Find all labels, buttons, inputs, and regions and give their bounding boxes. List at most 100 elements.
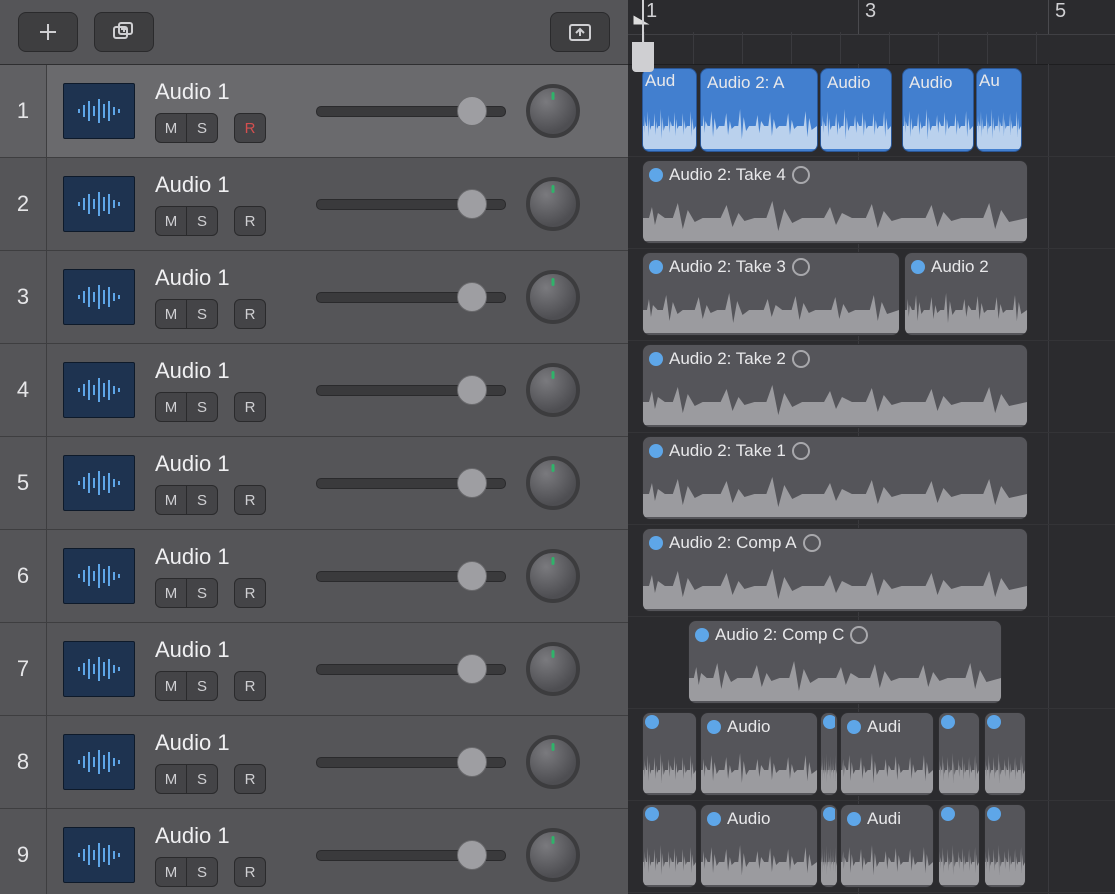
solo-button[interactable]: S (186, 857, 218, 887)
comp-menu-icon[interactable] (792, 166, 810, 184)
audio-region[interactable] (642, 804, 697, 888)
audio-region[interactable]: Au (976, 68, 1022, 152)
track-row[interactable]: 2Audio 1MSR (0, 158, 628, 251)
toggle-library-button[interactable] (550, 12, 610, 52)
audio-region[interactable] (820, 804, 838, 888)
solo-button[interactable]: S (186, 392, 218, 422)
record-arm-button[interactable]: R (234, 578, 266, 608)
audio-region[interactable]: Audio 2: Take 1 (642, 436, 1028, 520)
regions-area[interactable]: AudAudio 2: AAudioAudioAuAudio 2: Take 4… (628, 64, 1115, 894)
timeline-ruler[interactable]: 1 3 5 (628, 0, 1115, 65)
track-number[interactable]: 2 (0, 158, 47, 250)
playhead[interactable] (642, 0, 644, 64)
track-lane[interactable]: AudioAudi (628, 800, 1115, 893)
solo-button[interactable]: S (186, 113, 218, 143)
track-lane[interactable]: Audio Audi (628, 708, 1115, 801)
audio-region[interactable] (820, 712, 838, 796)
audio-region[interactable]: Audio (700, 712, 818, 796)
track-row[interactable]: 3 Audio 1 MSR (0, 251, 628, 344)
audio-region[interactable] (938, 712, 980, 796)
track-type-icon[interactable] (63, 827, 135, 883)
solo-button[interactable]: S (186, 485, 218, 515)
track-row[interactable]: 5Audio 1MSR (0, 437, 628, 530)
track-lane[interactable]: Audio 2: Take 3Audio 2 (628, 248, 1115, 341)
audio-region[interactable]: Audio 2: Comp C (688, 620, 1002, 704)
mute-button[interactable]: M (155, 485, 187, 515)
comp-menu-icon[interactable] (792, 442, 810, 460)
track-name-label[interactable]: Audio 1 (155, 265, 266, 291)
track-row[interactable]: 4Audio 1MSR (0, 344, 628, 437)
track-lane[interactable]: AudAudio 2: AAudioAudioAu (628, 64, 1115, 157)
track-lane[interactable]: Audio 2: Take 4 (628, 156, 1115, 249)
mute-button[interactable]: M (155, 764, 187, 794)
track-name-label[interactable]: Audio 1 (155, 79, 266, 105)
pan-knob[interactable] (526, 735, 580, 789)
volume-slider[interactable] (316, 471, 506, 495)
track-name-label[interactable]: Audio 1 (155, 172, 266, 198)
solo-button[interactable]: S (186, 671, 218, 701)
volume-thumb[interactable] (457, 747, 487, 777)
track-type-icon[interactable] (63, 641, 135, 697)
audio-region[interactable] (984, 804, 1026, 888)
audio-region[interactable]: Audi (840, 712, 934, 796)
track-type-icon[interactable] (63, 83, 135, 139)
volume-thumb[interactable] (457, 375, 487, 405)
comp-menu-icon[interactable] (792, 258, 810, 276)
track-number[interactable]: 1 (0, 65, 47, 157)
track-name-label[interactable]: Audio 1 (155, 637, 266, 663)
audio-region[interactable]: Audio 2: Take 2 (642, 344, 1028, 428)
track-number[interactable]: 5 (0, 437, 47, 529)
track-type-icon[interactable] (63, 176, 135, 232)
track-number[interactable]: 3 (0, 251, 47, 343)
track-number[interactable]: 4 (0, 344, 47, 436)
pan-knob[interactable] (526, 828, 580, 882)
volume-thumb[interactable] (457, 96, 487, 126)
volume-slider[interactable] (316, 657, 506, 681)
record-arm-button[interactable]: R (234, 857, 266, 887)
track-type-icon[interactable] (63, 455, 135, 511)
track-type-icon[interactable] (63, 548, 135, 604)
volume-slider[interactable] (316, 750, 506, 774)
record-arm-button[interactable]: R (234, 206, 266, 236)
audio-region[interactable]: Audio (820, 68, 892, 152)
solo-button[interactable]: S (186, 299, 218, 329)
volume-thumb[interactable] (457, 654, 487, 684)
pan-knob[interactable] (526, 84, 580, 138)
track-name-label[interactable]: Audio 1 (155, 358, 266, 384)
audio-region[interactable]: Audio 2: A (700, 68, 818, 152)
comp-menu-icon[interactable] (792, 350, 810, 368)
add-track-button[interactable] (18, 12, 78, 52)
pan-knob[interactable] (526, 177, 580, 231)
solo-button[interactable]: S (186, 578, 218, 608)
audio-region[interactable]: Aud (642, 68, 697, 152)
track-name-label[interactable]: Audio 1 (155, 544, 266, 570)
mute-button[interactable]: M (155, 392, 187, 422)
track-number[interactable]: 7 (0, 623, 47, 715)
pan-knob[interactable] (526, 270, 580, 324)
audio-region[interactable] (938, 804, 980, 888)
record-arm-button[interactable]: R (234, 299, 266, 329)
audio-region[interactable]: Audio (700, 804, 818, 888)
solo-button[interactable]: S (186, 206, 218, 236)
volume-slider[interactable] (316, 378, 506, 402)
pan-knob[interactable] (526, 549, 580, 603)
track-number[interactable]: 9 (0, 809, 47, 894)
track-row[interactable]: 8Audio 1MSR (0, 716, 628, 809)
volume-thumb[interactable] (457, 189, 487, 219)
track-name-label[interactable]: Audio 1 (155, 823, 266, 849)
duplicate-track-button[interactable] (94, 12, 154, 52)
mute-button[interactable]: M (155, 578, 187, 608)
track-number[interactable]: 8 (0, 716, 47, 808)
mute-button[interactable]: M (155, 857, 187, 887)
volume-slider[interactable] (316, 192, 506, 216)
volume-thumb[interactable] (457, 840, 487, 870)
mute-button[interactable]: M (155, 299, 187, 329)
mute-button[interactable]: M (155, 671, 187, 701)
pan-knob[interactable] (526, 456, 580, 510)
audio-region[interactable] (642, 712, 697, 796)
track-lane[interactable]: Audio 2: Take 2 (628, 340, 1115, 433)
audio-region[interactable]: Audio 2 (904, 252, 1028, 336)
track-lane[interactable]: Audio 2: Take 1 (628, 432, 1115, 525)
volume-thumb[interactable] (457, 468, 487, 498)
comp-menu-icon[interactable] (803, 534, 821, 552)
